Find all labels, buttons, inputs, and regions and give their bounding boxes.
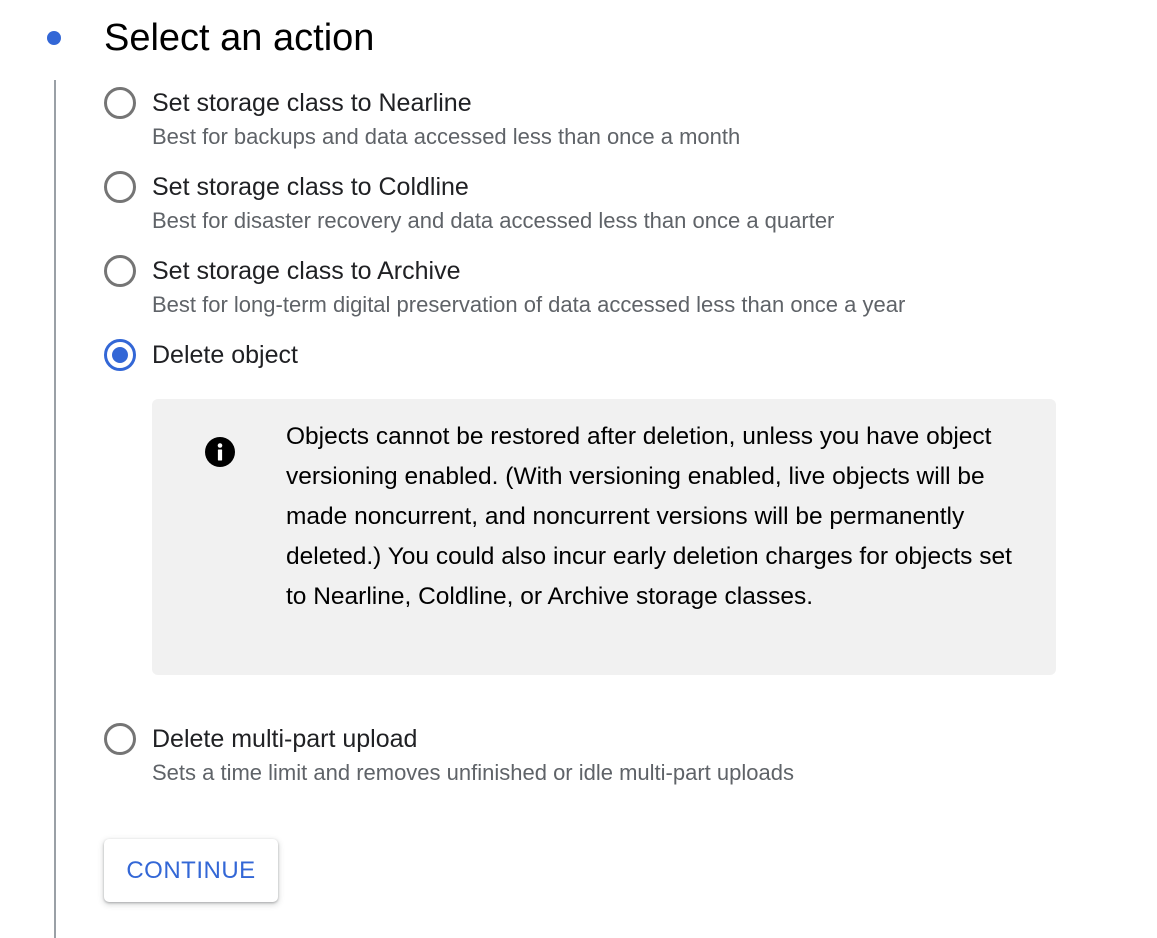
- option-label-nearline: Set storage class to Nearline: [152, 89, 472, 117]
- option-label-coldline: Set storage class to Coldline: [152, 173, 469, 201]
- radio-coldline[interactable]: [104, 171, 136, 203]
- option-description-archive: Best for long-term digital preservation …: [152, 292, 906, 317]
- delete-warning-text: Objects cannot be restored after deletio…: [286, 423, 1012, 610]
- radio-delete-object[interactable]: [104, 339, 136, 371]
- option-set-coldline[interactable]: Set storage class to Coldline Best for d…: [104, 171, 1064, 241]
- radio-archive[interactable]: [104, 255, 136, 287]
- option-description-coldline: Best for disaster recovery and data acce…: [152, 208, 835, 233]
- option-set-archive[interactable]: Set storage class to Archive Best for lo…: [104, 255, 1064, 325]
- radio-nearline[interactable]: [104, 87, 136, 119]
- radio-delete-multipart-upload[interactable]: [104, 723, 136, 755]
- step-connector-line: [54, 80, 56, 938]
- step-indicator-dot: [47, 31, 61, 45]
- continue-button[interactable]: CONTINUE: [104, 839, 278, 902]
- option-label-delete-object: Delete object: [152, 341, 298, 369]
- delete-warning-notice: Objects cannot be restored after deletio…: [152, 399, 1056, 675]
- option-delete-object[interactable]: Delete object: [104, 339, 1064, 373]
- option-description-nearline: Best for backups and data accessed less …: [152, 124, 741, 149]
- option-set-nearline[interactable]: Set storage class to Nearline Best for b…: [104, 87, 1064, 157]
- option-description-delete-multipart-upload: Sets a time limit and removes unfinished…: [152, 760, 794, 785]
- info-icon: [205, 437, 235, 467]
- option-label-archive: Set storage class to Archive: [152, 257, 461, 285]
- option-delete-multipart-upload[interactable]: Delete multi-part upload Sets a time lim…: [104, 723, 1064, 793]
- step-title: Select an action: [104, 17, 375, 59]
- option-label-delete-multipart-upload: Delete multi-part upload: [152, 725, 418, 753]
